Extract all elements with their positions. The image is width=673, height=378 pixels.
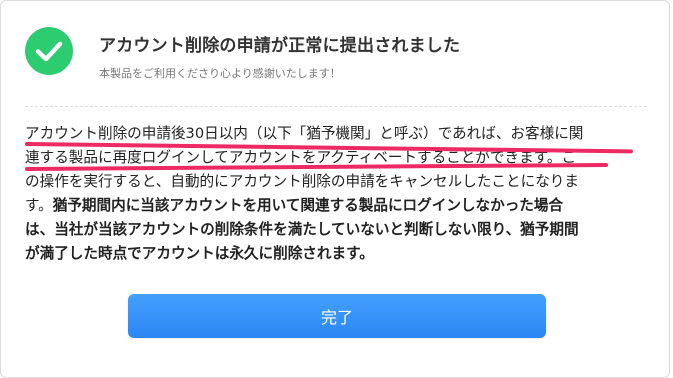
dialog-header: アカウント削除の申請が正常に提出されました 本製品をご利用くださり心より感謝いた… bbox=[1, 1, 669, 106]
check-circle-icon bbox=[25, 27, 73, 75]
dialog-subtitle: 本製品をご利用くださり心より感謝いたします！ bbox=[99, 67, 341, 80]
done-button[interactable]: 完了 bbox=[128, 294, 546, 338]
body-line-4-bold: 猶予期間内に当該アカウントを用いて関連する製品にログインしなかった場合 bbox=[52, 197, 564, 214]
body-line-5: は、当社が当該アカウントの削除条件を満たしていないと判断しない限り、猶予期間 bbox=[25, 221, 579, 238]
body-line-3: の操作を実行すると、自動的にアカウント削除の申請をキャンセルしたことになりま bbox=[25, 173, 579, 190]
body-line-6: が満了した時点でアカウントは永久に削除されます。 bbox=[25, 245, 374, 262]
header-divider bbox=[25, 106, 647, 107]
body-line-4-normal: す。 bbox=[25, 197, 53, 214]
account-deletion-dialog: アカウント削除の申請が正常に提出されました 本製品をご利用くださり心より感謝いた… bbox=[0, 0, 670, 378]
dialog-title: アカウント削除の申請が正常に提出されました bbox=[99, 36, 461, 56]
body-line-4: す。猶予期間内に当該アカウントを用いて関連する製品にログインしなかった場合 bbox=[25, 194, 649, 218]
